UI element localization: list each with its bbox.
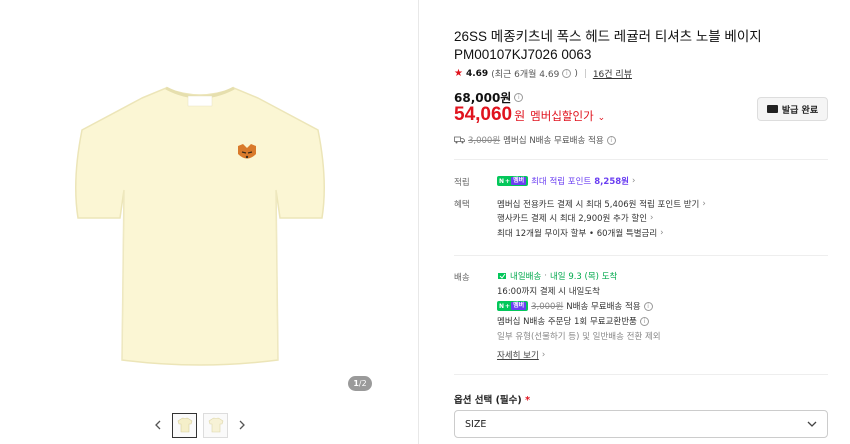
fast-delivery-icon <box>498 273 506 279</box>
info-icon[interactable]: i <box>639 316 649 326</box>
chevron-down-icon: ⌄ <box>597 113 606 123</box>
option-label: 옵션 선택 (필수) * <box>454 395 531 406</box>
delivery-details-link[interactable]: 자세히 보기 › <box>497 349 545 361</box>
next-image-button[interactable] <box>234 417 250 433</box>
info-icon[interactable]: i <box>606 135 616 145</box>
thumbnail-1[interactable] <box>172 412 197 438</box>
delivery-exclusion: 일부 유형(선물하기 등) 및 일반배송 전환 제외 <box>497 332 661 342</box>
coupon-issued-button[interactable]: 발급 완료 <box>757 97 828 121</box>
chevron-left-icon <box>155 420 161 430</box>
info-icon[interactable]: i <box>562 69 572 78</box>
perk-row-3[interactable]: 최대 12개월 무이자 할부 • 60개월 특별금리 › <box>497 227 664 239</box>
chevron-down-icon <box>807 421 817 427</box>
tshirt-thumb-icon <box>177 417 192 433</box>
prev-image-button[interactable] <box>150 417 166 433</box>
chevron-right-icon: › <box>541 350 546 360</box>
chevron-right-icon: › <box>702 199 706 209</box>
size-select[interactable]: SIZE <box>454 410 828 438</box>
delivery-eta-row: 내일배송 · 내일 9.3 (목) 도착 <box>497 270 617 282</box>
coupon-icon <box>766 105 778 113</box>
tshirt-thumb-icon <box>208 417 223 433</box>
naverpay-membership-badge: N + 멤버 <box>497 301 529 311</box>
divider <box>454 374 828 375</box>
chevron-right-icon <box>239 420 245 430</box>
sale-price: 54,060 원 멤버십할인가 ⌄ <box>454 104 606 125</box>
delivery-free-row: N + 멤버 3,000원 N배송 무료배송 적용 i <box>497 300 653 312</box>
chevron-right-icon: › <box>660 228 664 238</box>
product-image[interactable] <box>40 60 360 380</box>
perk-row-2[interactable]: 행사카드 결제 시 최대 2,900원 추가 할인 › <box>497 212 653 224</box>
earn-label: 적립 <box>454 178 470 188</box>
delivery-label: 배송 <box>454 273 470 283</box>
earn-points-row[interactable]: N + 멤버 최대 적립 포인트 8,258원 › <box>497 175 635 187</box>
panel-divider <box>418 0 419 444</box>
divider <box>454 159 828 160</box>
chevron-right-icon: › <box>650 213 654 223</box>
divider <box>454 255 828 256</box>
naverpay-membership-badge: N + 멤버 <box>497 176 529 186</box>
chevron-right-icon: › <box>631 176 636 186</box>
tshirt-image <box>75 86 325 366</box>
perk-row-1[interactable]: 멤버십 전용카드 결제 시 최대 5,406원 적립 포인트 받기 › <box>497 198 706 210</box>
product-title: 26SS 메종키츠네 폭스 헤드 레귤러 티셔츠 노블 베이지 PM00107K… <box>454 29 762 62</box>
rating-row: ★ 4.69 (최근 6개월 4.69 i) 16건 리뷰 <box>454 67 632 80</box>
perk-label: 혜택 <box>454 200 470 210</box>
delivery-exchange-row: 멤버십 N배송 주문당 1회 무료교환반품 i <box>497 315 649 327</box>
info-icon[interactable]: i <box>643 301 653 311</box>
star-icon: ★ <box>454 68 463 79</box>
image-pager: 1/2 <box>348 376 372 391</box>
thumbnail-2[interactable] <box>203 412 228 438</box>
info-icon[interactable]: i <box>514 93 524 102</box>
truck-icon <box>454 136 465 144</box>
shipping-info: 3,000원 멤버십 N배송 무료배송 적용 i <box>454 134 616 146</box>
thumbnail-strip <box>150 411 250 439</box>
delivery-cutoff: 16:00까지 결제 시 내일도착 <box>497 287 600 297</box>
member-price-toggle[interactable]: 멤버십할인가 <box>530 108 593 124</box>
product-gallery: 1/2 <box>0 0 418 444</box>
review-count-link[interactable]: 16건 리뷰 <box>593 67 632 80</box>
